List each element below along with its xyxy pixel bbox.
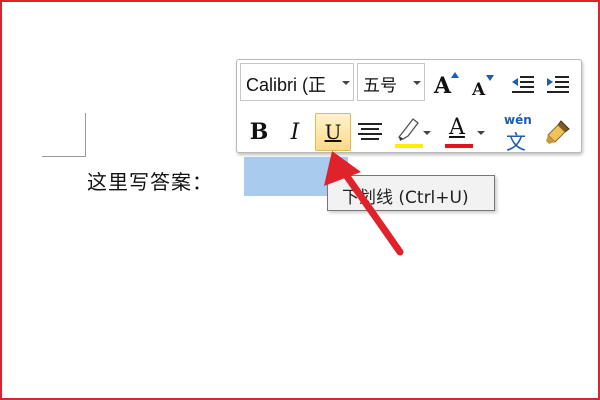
annotation-arrow xyxy=(324,151,404,256)
